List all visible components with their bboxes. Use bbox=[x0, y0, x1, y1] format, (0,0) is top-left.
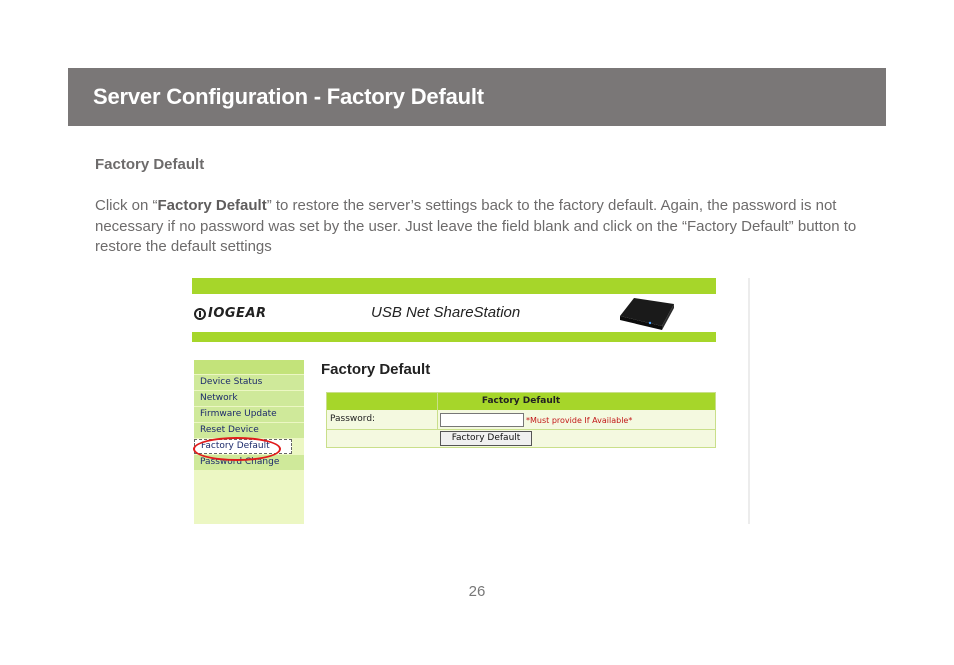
device-image-icon bbox=[620, 298, 674, 330]
factory-default-button[interactable]: Factory Default bbox=[440, 431, 532, 446]
header-bottom-bar bbox=[192, 332, 716, 342]
password-label: Password: bbox=[330, 414, 376, 424]
header-top-bar bbox=[192, 278, 716, 294]
iogear-logo: IOGEAR bbox=[194, 306, 267, 321]
sidebar-item-reset-device[interactable]: Reset Device bbox=[194, 423, 304, 438]
section-heading: Factory Default bbox=[95, 156, 205, 173]
panel-header: Factory Default bbox=[327, 393, 715, 410]
body-paragraph: Click on “Factory Default” to restore th… bbox=[95, 196, 865, 258]
sidebar-item-network[interactable]: Network bbox=[194, 391, 304, 406]
section-banner: Server Configuration - Factory Default bbox=[68, 68, 886, 126]
body-text-bold: Factory Default bbox=[157, 197, 267, 214]
column-divider bbox=[437, 393, 438, 430]
factory-default-panel: Factory Default Password: *Must provide … bbox=[326, 392, 716, 448]
power-icon bbox=[194, 307, 206, 320]
main-page-title: Factory Default bbox=[321, 361, 431, 378]
embedded-screenshot: IOGEAR USB Net ShareStation Device Statu… bbox=[192, 278, 750, 524]
body-text-start: Click on “ bbox=[95, 197, 158, 214]
product-title: USB Net ShareStation bbox=[371, 304, 521, 321]
sidebar-item-device-status[interactable]: Device Status bbox=[194, 375, 304, 390]
page-title: Server Configuration - Factory Default bbox=[93, 84, 484, 109]
sidebar-item-firmware-update[interactable]: Firmware Update bbox=[194, 407, 304, 422]
password-row: Password: *Must provide If Available* bbox=[327, 411, 715, 430]
screenshot-edge bbox=[748, 278, 750, 524]
page-number: 26 bbox=[468, 583, 486, 600]
highlight-circle bbox=[193, 437, 281, 461]
password-input[interactable] bbox=[440, 413, 524, 427]
password-note: *Must provide If Available* bbox=[526, 416, 633, 425]
sidebar-header bbox=[194, 360, 304, 374]
logo-text: IOGEAR bbox=[208, 306, 267, 321]
